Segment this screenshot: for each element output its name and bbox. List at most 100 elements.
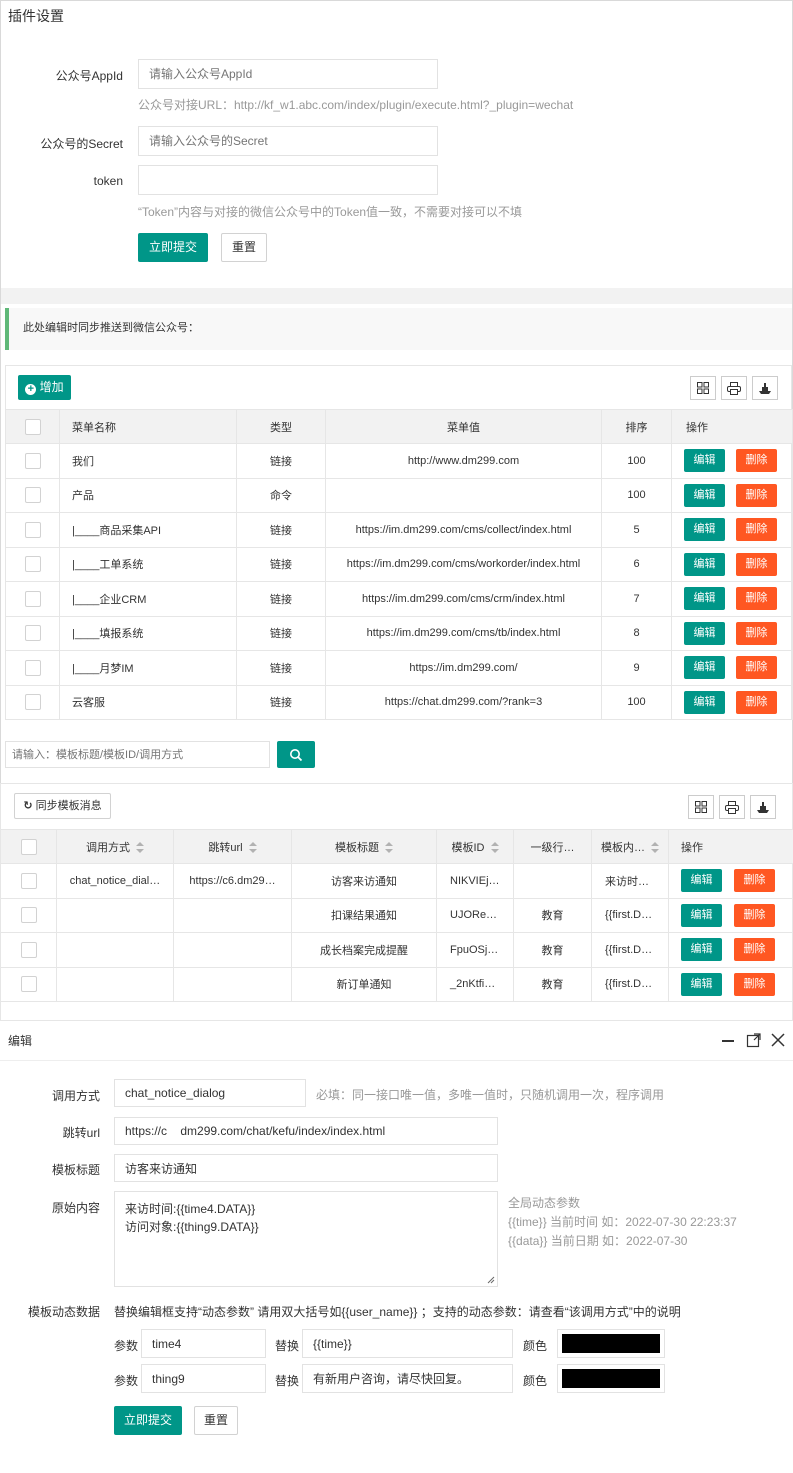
row-checkbox-cell[interactable] [0,932,57,968]
row-checkbox-cell[interactable] [5,443,60,479]
resize-handle-icon[interactable] [487,1276,495,1284]
col-template-content[interactable]: 模板内… [591,829,669,864]
row-checkbox[interactable] [24,521,41,538]
dialog-submit-button[interactable]: 立即提交 [114,1406,182,1435]
row-checkbox[interactable] [24,659,41,676]
table-row: |____商品采集API 链接 https://im.dm299.com/cms/c… [5,512,793,548]
delete-button[interactable]: 删除 [734,903,775,927]
row-checkbox-cell[interactable] [5,477,60,513]
row-checkbox[interactable] [20,976,37,993]
export-icon[interactable] [752,376,778,400]
edit-button[interactable]: 编辑 [684,483,725,507]
col-jump-url[interactable]: 跳转url [173,829,292,864]
sort-icon[interactable] [490,842,499,854]
sort-icon[interactable] [385,842,393,854]
edit-button[interactable]: 编辑 [681,938,722,962]
delete-button[interactable]: 删除 [736,552,777,576]
maximize-icon[interactable] [746,1032,762,1048]
delete-button[interactable]: 删除 [736,518,777,542]
token-input[interactable] [138,165,438,195]
row-checkbox-cell[interactable] [5,512,60,548]
columns-filter-icon[interactable] [690,376,716,400]
edit-button[interactable]: 编辑 [684,552,725,576]
tpl-select-all-checkbox[interactable] [20,838,37,855]
col-template-title[interactable]: 模板标题 [291,829,437,864]
row-checkbox[interactable] [24,452,41,469]
row-checkbox-cell[interactable] [0,897,57,933]
row-checkbox[interactable] [24,694,41,711]
delete-button[interactable]: 删除 [734,972,775,996]
sync-template-button[interactable]: ↻ 同步模板消息 [14,793,111,819]
col-call-method[interactable]: 调用方式 [56,829,174,864]
row-checkbox[interactable] [20,907,37,924]
template-search-input[interactable] [5,741,270,768]
row-checkbox[interactable] [20,941,37,958]
tpl-print-icon[interactable] [719,795,745,819]
tpl-select-all-cell[interactable] [0,829,57,864]
delete-button[interactable]: 删除 [736,621,777,645]
edit-button[interactable]: 编辑 [684,621,725,645]
row-checkbox[interactable] [20,872,37,889]
delete-button[interactable]: 删除 [736,587,777,611]
param-input-1[interactable] [141,1329,266,1358]
content-textarea[interactable]: 来访时间:{{time4.DATA}} 访问对象:{{thing9.DATA}} [114,1191,498,1287]
delete-button[interactable]: 删除 [736,690,777,714]
row-checkbox[interactable] [24,625,41,642]
row-checkbox-cell[interactable] [5,684,60,720]
appid-hint: 公众号对接URL：http://kf_w1.abc.com/index/plug… [138,98,574,112]
edit-button[interactable]: 编辑 [684,587,725,611]
row-checkbox-cell[interactable] [0,966,57,1002]
param-input-2[interactable] [141,1364,266,1393]
delete-button[interactable]: 删除 [736,449,777,473]
plugin-submit-button[interactable]: 立即提交 [138,233,208,262]
print-icon[interactable] [721,376,747,400]
menu-value-cell: https://im.dm299.com/cms/tb/index.html [325,615,602,651]
method-input[interactable] [114,1079,306,1107]
row-checkbox-cell[interactable] [5,546,60,582]
add-menu-button[interactable]: + 增加 [18,375,71,400]
sort-icon[interactable] [651,842,659,854]
plugin-reset-button[interactable]: 重置 [221,233,267,262]
close-icon[interactable] [771,1033,785,1047]
select-all-checkbox[interactable] [24,418,41,435]
menu-type-cell: 链接 [236,546,326,582]
search-button[interactable] [277,741,315,768]
row-checkbox[interactable] [24,556,41,573]
row-checkbox-cell[interactable] [0,863,57,899]
edit-button[interactable]: 编辑 [681,903,722,927]
edit-button[interactable]: 编辑 [684,518,725,542]
template-content-cell: {{first.D… [591,897,669,933]
template-title-input[interactable] [114,1154,498,1182]
row-checkbox-cell[interactable] [5,650,60,686]
delete-button[interactable]: 删除 [736,656,777,680]
select-all-checkbox-cell[interactable] [5,409,60,444]
dialog-reset-button[interactable]: 重置 [194,1406,238,1435]
edit-button[interactable]: 编辑 [681,869,722,893]
secret-input[interactable] [138,126,438,156]
delete-button[interactable]: 删除 [736,483,777,507]
table-row: |____填报系统 链接 https://im.dm299.com/cms/tb/i… [5,615,793,651]
row-checkbox-cell[interactable] [5,581,60,617]
edit-button[interactable]: 编辑 [684,449,725,473]
tpl-columns-filter-icon[interactable] [688,795,714,819]
delete-button[interactable]: 删除 [734,938,775,962]
replace-input-1[interactable] [302,1329,513,1358]
minimize-icon[interactable] [721,1033,735,1047]
row-checkbox[interactable] [24,487,41,504]
edit-button[interactable]: 编辑 [681,972,722,996]
color-picker-2[interactable] [557,1364,665,1393]
replace-input-2[interactable] [302,1364,513,1393]
color-picker-1[interactable] [557,1329,665,1358]
url-input[interactable] [114,1117,498,1145]
row-checkbox-cell[interactable] [5,615,60,651]
tpl-export-icon[interactable] [750,795,776,819]
edit-button[interactable]: 编辑 [684,656,725,680]
sort-icon[interactable] [136,842,144,854]
delete-button[interactable]: 删除 [734,869,775,893]
edit-button[interactable]: 编辑 [684,690,725,714]
appid-input[interactable] [138,59,438,89]
row-checkbox[interactable] [24,590,41,607]
col-industry[interactable]: 一级行… [513,829,592,864]
sort-icon[interactable] [248,842,257,854]
col-template-id[interactable]: 模板ID [436,829,514,864]
